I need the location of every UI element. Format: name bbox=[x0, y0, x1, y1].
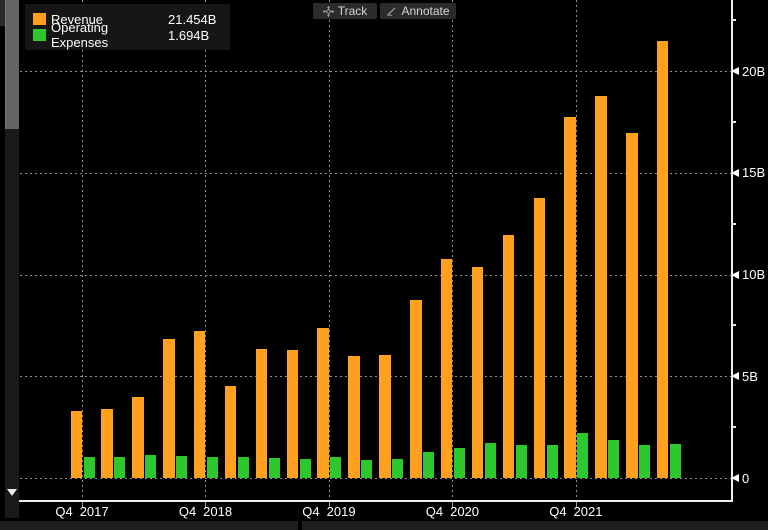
x-axis-label: Q4 2019 bbox=[284, 504, 374, 519]
opex-bar[interactable] bbox=[639, 445, 650, 478]
y-axis-minor-tick bbox=[731, 121, 736, 123]
x-axis-label-part: 2018 bbox=[203, 504, 232, 519]
opex-bar[interactable] bbox=[547, 445, 558, 478]
legend-value: 21.454B bbox=[168, 12, 216, 27]
track-crosshair-icon bbox=[323, 6, 334, 17]
y-axis-minor-tick bbox=[731, 19, 736, 21]
v-gridline bbox=[82, 0, 83, 500]
y-axis-minor-tick bbox=[731, 426, 736, 428]
y-axis-minor-tick bbox=[731, 223, 736, 225]
y-axis-tick-arrow-icon bbox=[731, 67, 739, 75]
opex-bar[interactable] bbox=[516, 445, 527, 478]
revenue-bar[interactable] bbox=[626, 133, 638, 478]
track-button[interactable]: Track bbox=[313, 3, 377, 19]
opex-bar[interactable] bbox=[392, 459, 403, 478]
opex-bar[interactable] bbox=[670, 444, 681, 478]
y-axis-tick-arrow-icon bbox=[731, 372, 739, 380]
opex-bar[interactable] bbox=[269, 458, 280, 478]
revenue-bar[interactable] bbox=[595, 96, 607, 478]
track-button-label: Track bbox=[338, 4, 368, 18]
revenue-bar[interactable] bbox=[132, 397, 144, 478]
x-axis-label-part: 2020 bbox=[450, 504, 479, 519]
opex-bar[interactable] bbox=[300, 459, 311, 478]
opex-bar[interactable] bbox=[84, 457, 95, 478]
v-gridline bbox=[576, 0, 577, 500]
opex-swatch-icon bbox=[33, 29, 46, 41]
bottom-panel-strip-right bbox=[302, 521, 768, 530]
y-axis-tick-arrow-icon bbox=[731, 169, 739, 177]
opex-bar[interactable] bbox=[485, 443, 496, 478]
y-axis-label: 0 bbox=[742, 471, 749, 486]
annotate-button[interactable]: Annotate bbox=[380, 3, 456, 19]
opex-bar[interactable] bbox=[608, 440, 619, 478]
x-axis-label: Q4 2020 bbox=[407, 504, 497, 519]
y-axis-label: 20B bbox=[742, 64, 765, 79]
y-axis-tick-arrow-icon bbox=[731, 474, 739, 482]
h-gridline bbox=[20, 173, 731, 174]
v-gridline bbox=[205, 0, 206, 500]
legend-label: Operating Expenses bbox=[51, 20, 168, 50]
h-gridline bbox=[20, 376, 731, 377]
legend-item-operating-expenses[interactable]: Operating Expenses 1.694B bbox=[33, 27, 230, 43]
opex-bar[interactable] bbox=[114, 457, 125, 478]
x-axis-label: Q4 2017 bbox=[37, 504, 127, 519]
revenue-bar[interactable] bbox=[71, 411, 83, 478]
h-gridline bbox=[20, 71, 731, 72]
y-axis-label: 5B bbox=[742, 369, 758, 384]
x-axis-label-part: 2019 bbox=[327, 504, 356, 519]
revenue-bar[interactable] bbox=[287, 350, 299, 478]
x-axis-label-part: Q4 bbox=[55, 504, 72, 519]
x-axis-label-part: Q4 bbox=[426, 504, 443, 519]
x-axis-line bbox=[19, 500, 733, 502]
revenue-bar[interactable] bbox=[657, 41, 669, 478]
opex-bar[interactable] bbox=[577, 433, 588, 478]
legend-value: 1.694B bbox=[168, 28, 209, 43]
revenue-bar[interactable] bbox=[225, 386, 237, 478]
revenue-bar[interactable] bbox=[163, 339, 175, 478]
y-axis-tick-arrow-icon bbox=[731, 271, 739, 279]
y-axis-minor-tick bbox=[731, 324, 736, 326]
annotate-button-label: Annotate bbox=[401, 4, 449, 18]
opex-bar[interactable] bbox=[176, 456, 187, 478]
opex-bar[interactable] bbox=[423, 452, 434, 478]
chart-plot-area[interactable]: 20B 15B 10B 5B 0 Q4 2017 Q4 2018 Q4 2019 Q4 2020 Q4 20… bbox=[0, 0, 768, 520]
opex-bar[interactable] bbox=[207, 457, 218, 478]
v-gridline bbox=[452, 0, 453, 500]
revenue-bar[interactable] bbox=[379, 355, 391, 478]
h-gridline bbox=[20, 275, 731, 276]
bottom-panel-strip-left bbox=[0, 521, 298, 530]
revenue-bar[interactable] bbox=[534, 198, 546, 478]
opex-bar[interactable] bbox=[330, 457, 341, 478]
v-gridline bbox=[329, 0, 330, 500]
revenue-bar[interactable] bbox=[564, 117, 576, 478]
y-axis-label: 15B bbox=[742, 165, 765, 180]
revenue-bar[interactable] bbox=[410, 300, 422, 478]
opex-bar[interactable] bbox=[361, 460, 372, 478]
x-axis-label-part: Q4 bbox=[302, 504, 319, 519]
y-axis-label: 10B bbox=[742, 267, 765, 282]
revenue-bar[interactable] bbox=[441, 259, 453, 478]
revenue-bar[interactable] bbox=[317, 328, 329, 478]
x-axis-label-part: Q4 bbox=[179, 504, 196, 519]
chart-legend: Revenue 21.454B Operating Expenses 1.694… bbox=[25, 4, 230, 50]
annotate-angle-icon bbox=[386, 6, 397, 17]
revenue-bar[interactable] bbox=[194, 331, 206, 478]
revenue-bar[interactable] bbox=[256, 349, 268, 478]
revenue-bar[interactable] bbox=[348, 356, 360, 478]
x-axis-label-part: 2021 bbox=[574, 504, 603, 519]
revenue-bar[interactable] bbox=[101, 409, 113, 478]
x-axis-label: Q4 2018 bbox=[160, 504, 250, 519]
x-axis-label: Q4 2021 bbox=[531, 504, 621, 519]
revenue-bar[interactable] bbox=[472, 267, 484, 478]
x-axis-label-part: Q4 bbox=[549, 504, 566, 519]
opex-bar[interactable] bbox=[238, 457, 249, 478]
opex-bar[interactable] bbox=[454, 448, 465, 478]
opex-bar[interactable] bbox=[145, 455, 156, 478]
revenue-swatch-icon bbox=[33, 13, 46, 25]
h-gridline bbox=[20, 478, 731, 479]
revenue-bar[interactable] bbox=[503, 235, 515, 478]
x-axis-label-part: 2017 bbox=[80, 504, 109, 519]
